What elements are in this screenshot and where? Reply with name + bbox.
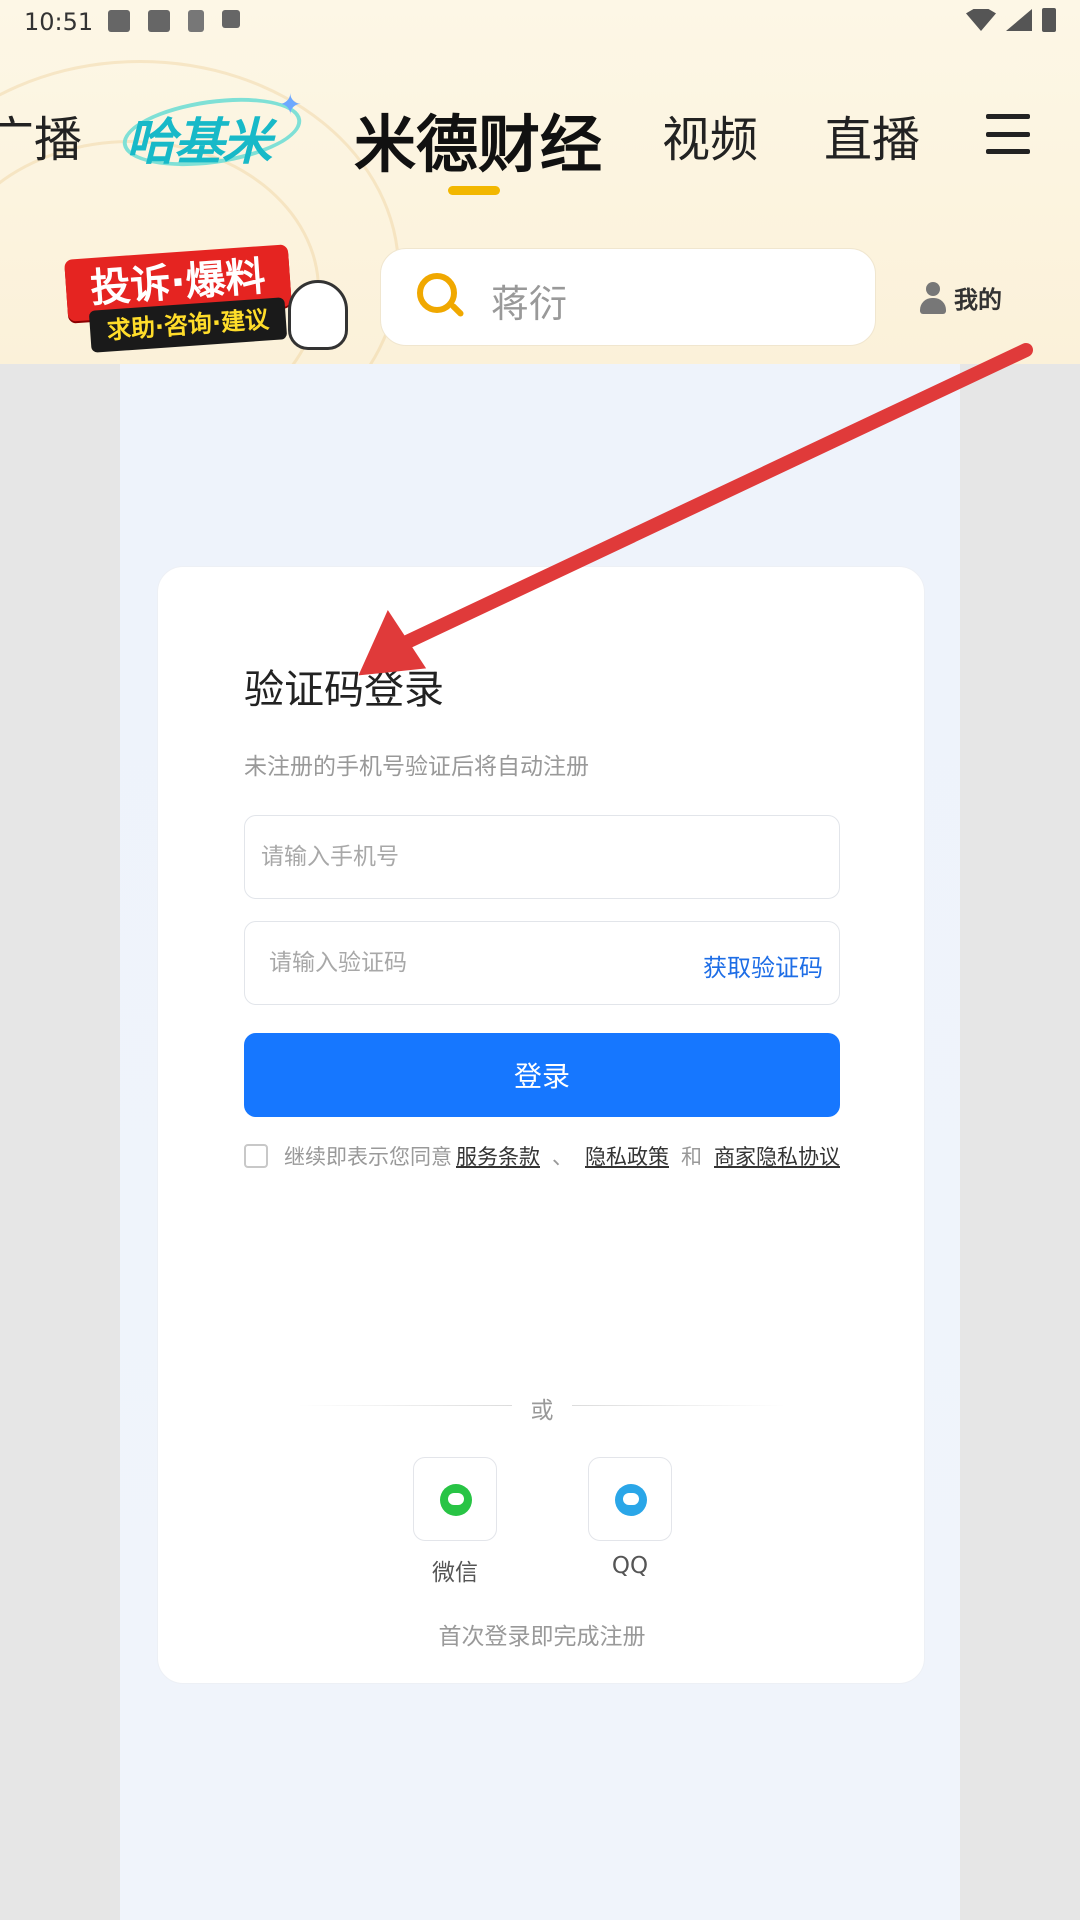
nav-logo[interactable]: 哈基米 ✦ (118, 87, 306, 177)
nav-active-indicator (448, 186, 500, 195)
login-title: 验证码登录 (244, 667, 444, 713)
qq-label: QQ (611, 1553, 649, 1579)
agreement-row: 继续即表示您同意 服务条款 、 隐私政策 和 商家隐私协议 (244, 1141, 844, 1171)
header: 10:51 广播 哈基米 ✦ 米德财经 视频 直播 投诉·爆料 求助·咨询·建议 (0, 0, 1080, 364)
image-icon (108, 10, 130, 32)
wifi-icon (966, 9, 996, 31)
mine-button[interactable]: 我的 (920, 280, 1002, 315)
wechat-login[interactable]: 微信 (413, 1457, 497, 1587)
search-hint-text: 蒋衍 (491, 282, 568, 326)
get-code-button[interactable]: 获取验证码 (703, 948, 823, 983)
sparkle-icon: ✦ (278, 88, 302, 121)
pointing-hand-icon (288, 280, 348, 350)
agreement-checkbox[interactable] (244, 1144, 268, 1168)
first-login-note: 首次登录即完成注册 (438, 1624, 646, 1650)
download-icon (188, 10, 204, 32)
merchant-privacy-link[interactable]: 商家隐私协议 (714, 1141, 840, 1171)
status-notification-icons (108, 10, 240, 32)
complaint-promo-banner[interactable]: 投诉·爆料 求助·咨询·建议 (48, 244, 348, 353)
qq-button[interactable] (588, 1457, 672, 1541)
app-icon (148, 10, 170, 32)
privacy-link[interactable]: 隐私政策 (585, 1141, 669, 1171)
qq-login[interactable]: QQ (588, 1457, 672, 1579)
font-icon (222, 10, 240, 28)
status-bar: 10:51 (0, 0, 1080, 44)
or-text: 或 (530, 1398, 554, 1424)
top-nav: 广播 哈基米 ✦ 米德财经 视频 直播 (0, 80, 1080, 195)
status-system-icons (966, 8, 1056, 32)
mine-label: 我的 (954, 286, 1002, 314)
status-time: 10:51 (24, 8, 94, 36)
menu-icon[interactable] (986, 114, 1030, 154)
nav-item-broadcast[interactable]: 广播 (0, 100, 82, 170)
terms-link[interactable]: 服务条款 (456, 1141, 540, 1171)
nav-item-mide-finance[interactable]: 米德财经 (354, 94, 602, 184)
search-box[interactable]: 蒋衍 (380, 248, 876, 346)
login-card: 验证码登录 未注册的手机号验证后将自动注册 获取验证码 登录 继续即表示您同意 … (157, 566, 925, 1684)
phone-field-box (244, 815, 840, 899)
wechat-label: 微信 (432, 1560, 478, 1586)
nav-item-live[interactable]: 直播 (824, 100, 920, 170)
agreement-and: 和 (681, 1145, 702, 1169)
phone-input[interactable] (259, 816, 699, 898)
wechat-button[interactable] (413, 1457, 497, 1541)
nav-item-video[interactable]: 视频 (662, 100, 758, 170)
or-divider: 或 (298, 1391, 786, 1424)
qq-icon (615, 1484, 647, 1516)
battery-icon (1042, 8, 1056, 32)
agreement-prefix: 继续即表示您同意 (284, 1145, 452, 1169)
code-field-box: 获取验证码 (244, 921, 840, 1005)
logo-text: 哈基米 (126, 113, 272, 171)
verification-code-input[interactable] (267, 922, 707, 1004)
agreement-separator: 、 (552, 1145, 573, 1169)
signal-icon (1006, 9, 1032, 31)
login-button[interactable]: 登录 (244, 1033, 840, 1117)
search-icon (417, 273, 465, 321)
user-icon (920, 281, 946, 314)
wechat-icon (440, 1484, 472, 1516)
login-subtitle: 未注册的手机号验证后将自动注册 (244, 754, 589, 780)
